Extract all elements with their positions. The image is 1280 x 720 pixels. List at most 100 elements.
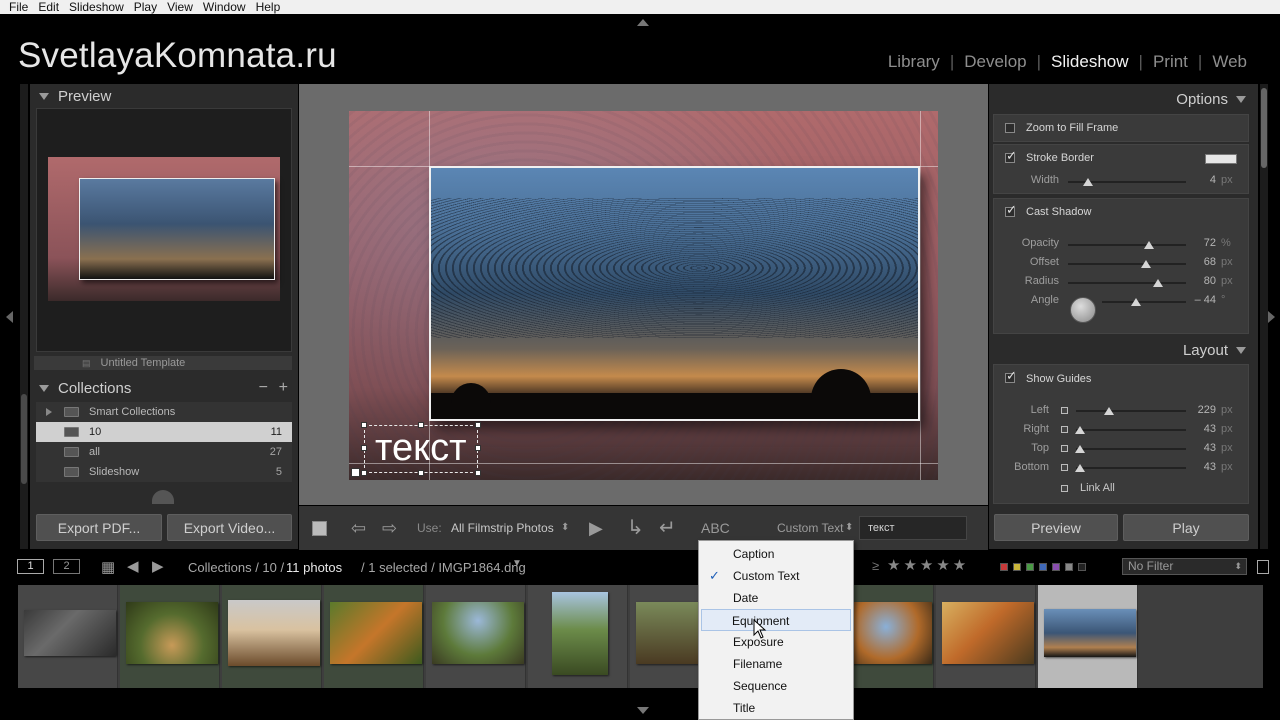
second-window-button[interactable]: 2 xyxy=(53,559,80,574)
preview-panel-header[interactable]: Preview xyxy=(30,85,298,107)
filmstrip-cell[interactable] xyxy=(936,585,1036,688)
source-dropdown-icon[interactable]: ▼ xyxy=(512,558,522,569)
grid-view-icon[interactable]: ▦ xyxy=(101,558,115,576)
dropdown-item-title[interactable]: Title xyxy=(699,697,853,719)
remove-collection-button[interactable]: − xyxy=(259,379,268,397)
play-preview-icon[interactable]: ▶ xyxy=(589,506,603,550)
filmstrip-thumbnail[interactable] xyxy=(126,602,218,664)
preview-button[interactable]: Preview xyxy=(994,514,1118,541)
text-overlay-box[interactable]: текст xyxy=(361,422,481,476)
export-video-button[interactable]: Export Video... xyxy=(167,514,292,541)
collection-row-all[interactable]: all 27 xyxy=(36,442,292,462)
zoom-to-fill-checkbox[interactable] xyxy=(1005,123,1015,133)
opacity-slider-track[interactable] xyxy=(1068,244,1186,246)
module-library[interactable]: Library xyxy=(888,52,940,72)
forward-arrow-icon[interactable]: ▶ xyxy=(152,557,164,575)
yellow-label-filter[interactable] xyxy=(1013,563,1021,571)
collection-row-10[interactable]: 10 11 xyxy=(36,422,292,442)
no-label-filter[interactable] xyxy=(1078,563,1086,571)
menu-edit[interactable]: Edit xyxy=(33,0,64,14)
menu-window[interactable]: Window xyxy=(198,0,251,14)
collapse-left-panel-icon[interactable] xyxy=(6,311,13,323)
resize-handle[interactable] xyxy=(418,470,424,476)
radius-slider-track[interactable] xyxy=(1068,282,1186,284)
dropdown-item-sequence[interactable]: Sequence xyxy=(699,675,853,697)
bottom-margin-value[interactable]: 43 xyxy=(1180,461,1216,473)
filter-rating-operator[interactable]: ≥ xyxy=(872,558,879,573)
layout-panel-header[interactable]: Layout xyxy=(989,339,1258,361)
offset-slider-thumb[interactable] xyxy=(1140,260,1151,268)
options-panel-header[interactable]: Options xyxy=(989,88,1258,110)
back-arrow-icon[interactable]: ◀ xyxy=(127,557,139,575)
resize-handle[interactable] xyxy=(475,422,481,428)
left-margin-value[interactable]: 229 xyxy=(1180,404,1216,416)
rotate-counterclockwise-icon[interactable]: ↵ xyxy=(659,506,676,550)
stop-icon[interactable] xyxy=(312,521,327,536)
resize-handle[interactable] xyxy=(361,422,367,428)
template-row[interactable]: ▤ Untitled Template xyxy=(34,356,292,370)
filmstrip-thumbnail[interactable] xyxy=(330,602,422,664)
resize-handle[interactable] xyxy=(475,470,481,476)
filmstrip-thumbnail[interactable] xyxy=(24,610,116,656)
use-dropdown-icon[interactable]: ⬍ xyxy=(561,506,569,550)
filmstrip-cell[interactable] xyxy=(426,585,526,688)
source-path[interactable]: Collections / 10 / xyxy=(188,560,284,575)
top-margin-slider-thumb[interactable] xyxy=(1075,445,1086,453)
right-margin-slider-track[interactable] xyxy=(1076,429,1186,431)
filmstrip-thumbnail[interactable] xyxy=(552,592,608,675)
module-web[interactable]: Web xyxy=(1212,52,1247,72)
other-label-filter[interactable] xyxy=(1065,563,1073,571)
previous-slide-icon[interactable]: ⇦ xyxy=(351,506,366,550)
main-window-button[interactable]: 1 xyxy=(17,559,44,574)
collapse-top-panel-icon[interactable] xyxy=(637,19,649,26)
width-slider-thumb[interactable] xyxy=(1083,178,1094,186)
filter-preset-select[interactable]: No Filter ⬍ xyxy=(1122,558,1247,575)
slide-photo[interactable] xyxy=(429,166,920,421)
bottom-margin-slider-thumb[interactable] xyxy=(1075,464,1086,472)
anchor-point-icon[interactable] xyxy=(351,468,360,477)
menu-view[interactable]: View xyxy=(162,0,198,14)
filmstrip-cell-selected[interactable] xyxy=(1038,585,1138,688)
filmstrip-thumbnail[interactable] xyxy=(1044,609,1136,657)
left-panel-scrollbar[interactable] xyxy=(20,84,28,549)
rotate-clockwise-icon[interactable]: ↳ xyxy=(627,506,644,550)
menu-slideshow[interactable]: Slideshow xyxy=(64,0,129,14)
collapse-bottom-panel-icon[interactable] xyxy=(637,707,649,714)
export-pdf-button[interactable]: Export PDF... xyxy=(36,514,162,541)
collapse-right-panel-icon[interactable] xyxy=(1268,311,1275,323)
angle-value[interactable]: – 44 xyxy=(1180,294,1216,306)
top-margin-value[interactable]: 43 xyxy=(1180,442,1216,454)
menu-file[interactable]: File xyxy=(0,0,33,14)
filmstrip-thumbnail[interactable] xyxy=(942,602,1034,664)
green-label-filter[interactable] xyxy=(1026,563,1034,571)
play-button[interactable]: Play xyxy=(1123,514,1249,541)
angle-slider-thumb[interactable] xyxy=(1130,298,1141,306)
angle-dial-icon[interactable] xyxy=(1070,297,1096,323)
dropdown-item-exposure[interactable]: Exposure xyxy=(699,631,853,653)
next-slide-icon[interactable]: ⇨ xyxy=(382,506,397,550)
bottom-margin-slider-track[interactable] xyxy=(1076,467,1186,469)
right-panel-scrollbar[interactable] xyxy=(1260,84,1268,549)
filmstrip-cell[interactable] xyxy=(324,585,424,688)
filter-lock-icon[interactable] xyxy=(1257,560,1269,574)
menu-play[interactable]: Play xyxy=(129,0,162,14)
resize-handle[interactable] xyxy=(475,445,481,451)
opacity-slider-thumb[interactable] xyxy=(1144,241,1155,249)
dropdown-item-filename[interactable]: Filename xyxy=(699,653,853,675)
left-margin-slider-thumb[interactable] xyxy=(1104,407,1114,415)
left-margin-slider-track[interactable] xyxy=(1076,410,1186,412)
filmstrip-thumbnail[interactable] xyxy=(228,600,320,666)
link-margin-toggle[interactable] xyxy=(1061,426,1068,433)
offset-slider-track[interactable] xyxy=(1068,263,1186,265)
angle-slider-track[interactable] xyxy=(1102,301,1186,303)
collection-row-slideshow[interactable]: Slideshow 5 xyxy=(36,462,292,482)
use-value[interactable]: All Filmstrip Photos xyxy=(451,506,554,550)
link-margin-toggle[interactable] xyxy=(1061,445,1068,452)
stroke-color-swatch[interactable] xyxy=(1205,154,1237,164)
radius-slider-thumb[interactable] xyxy=(1152,279,1163,287)
dropdown-item-date[interactable]: Date xyxy=(699,587,853,609)
top-margin-slider-track[interactable] xyxy=(1076,448,1186,450)
collection-row-smart[interactable]: Smart Collections xyxy=(36,402,292,422)
filmstrip-cell[interactable] xyxy=(222,585,322,688)
width-value[interactable]: 4 xyxy=(1180,174,1216,186)
